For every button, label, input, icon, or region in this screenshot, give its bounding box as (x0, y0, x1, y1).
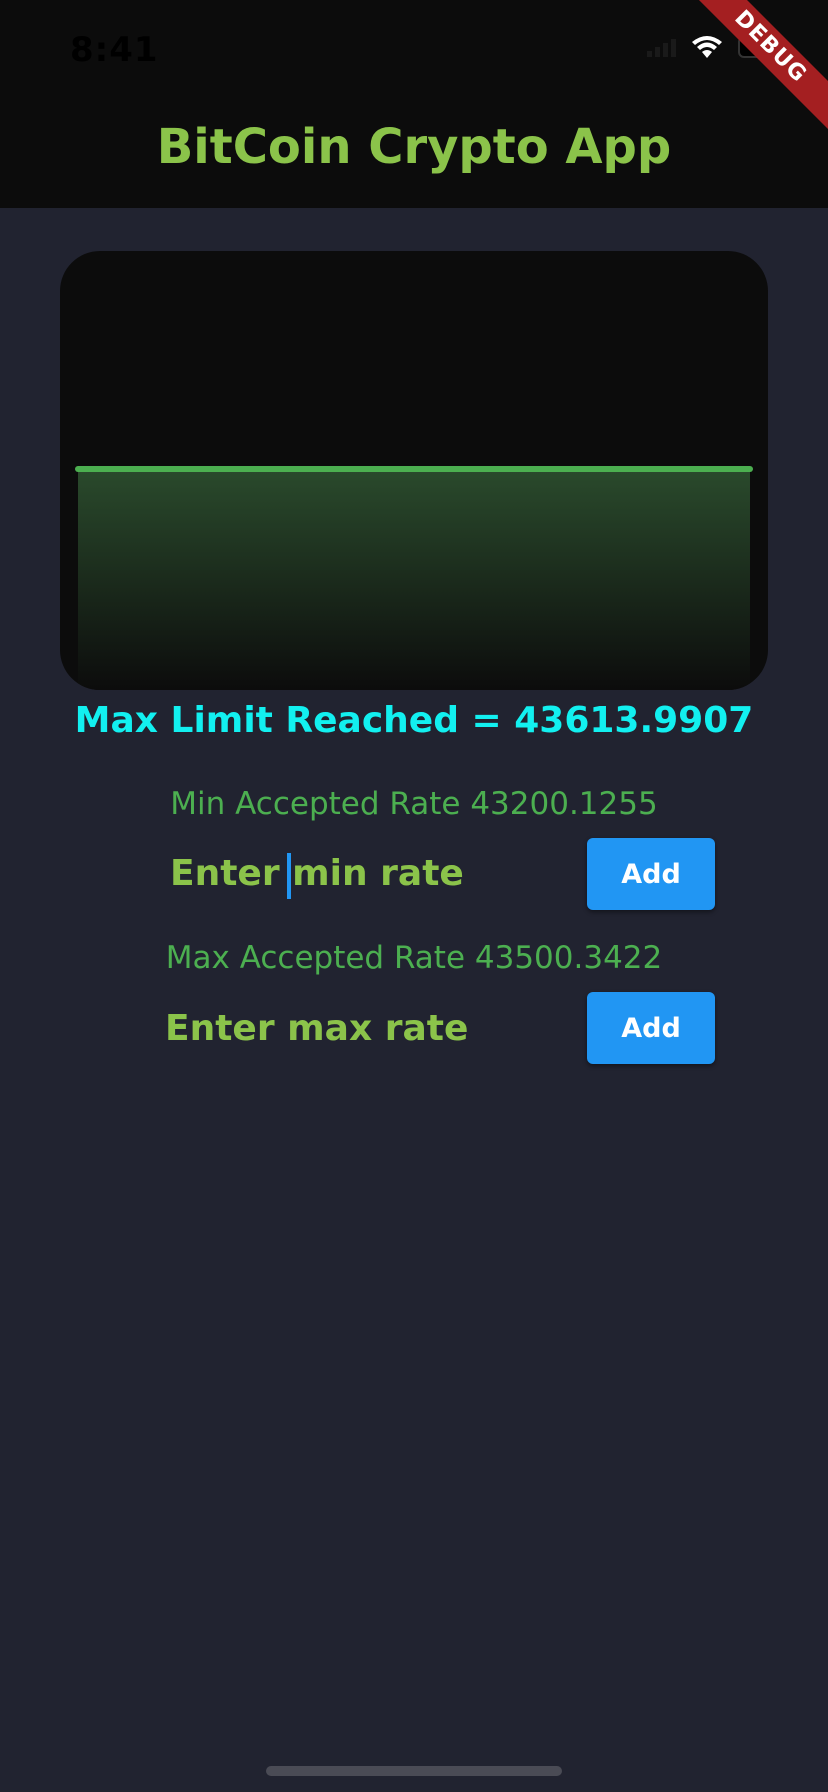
app-bar: BitCoin Crypto App (0, 100, 828, 208)
wifi-icon (692, 36, 722, 58)
status-bar: 8:41 (0, 0, 828, 100)
min-rate-label: Min Accepted Rate 43200.1255 (170, 786, 658, 822)
add-min-rate-button[interactable]: Add (587, 838, 715, 910)
chart-point (599, 468, 602, 470)
text-caret (287, 853, 291, 899)
app-title: BitCoin Crypto App (156, 119, 672, 175)
chart-point (77, 468, 79, 470)
add-max-rate-button[interactable]: Add (587, 992, 715, 1064)
chart-card (60, 251, 768, 690)
status-time: 8:41 (70, 30, 159, 70)
chart-point (375, 468, 378, 470)
signal-icon (647, 37, 676, 57)
max-rate-input[interactable] (165, 998, 495, 1058)
chart-point (674, 468, 677, 470)
chart-point (525, 468, 527, 470)
chart-point (301, 468, 303, 470)
chart-point (749, 468, 751, 470)
chart-point (450, 468, 453, 470)
max-limit-message: Max Limit Reached = 43613.9907 (74, 700, 754, 741)
chart-point (226, 468, 229, 470)
max-rate-label: Max Accepted Rate 43500.3422 (165, 940, 663, 976)
price-chart (75, 466, 753, 690)
home-indicator (266, 1766, 562, 1776)
min-rate-input[interactable] (170, 843, 500, 903)
chart-point (151, 468, 154, 470)
chart-area-fill (78, 469, 750, 690)
